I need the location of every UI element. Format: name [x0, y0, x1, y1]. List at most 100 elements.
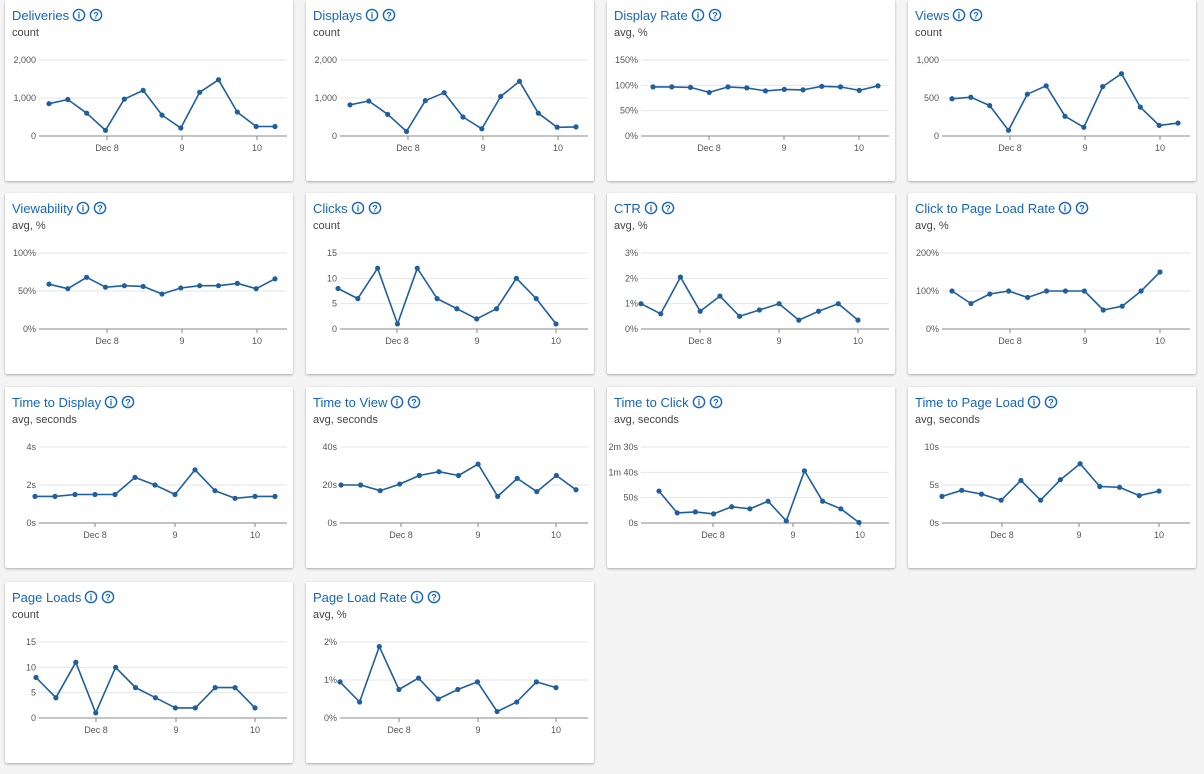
data-point[interactable] — [385, 111, 391, 117]
help-circle-icon[interactable]: ? — [709, 395, 723, 409]
data-point[interactable] — [65, 96, 71, 103]
data-point[interactable] — [253, 123, 259, 130]
data-point[interactable] — [783, 518, 789, 524]
data-point[interactable] — [32, 493, 38, 499]
help-circle-icon[interactable]: ? — [101, 590, 115, 604]
data-point[interactable] — [394, 321, 401, 327]
data-point[interactable] — [744, 85, 750, 91]
card-title[interactable]: Time to View — [313, 395, 387, 410]
card-title[interactable]: Click to Page Load Rate — [915, 201, 1055, 216]
data-point[interactable] — [52, 493, 58, 499]
card-title[interactable]: Viewability — [12, 201, 73, 216]
data-point[interactable] — [272, 123, 278, 130]
data-point[interactable] — [514, 699, 520, 705]
data-point[interactable] — [949, 96, 955, 102]
help-circle-icon[interactable]: ? — [969, 8, 983, 22]
data-point[interactable] — [796, 317, 802, 323]
card-title[interactable]: Display Rate — [614, 8, 688, 23]
data-point[interactable] — [697, 308, 703, 314]
info-circle-icon[interactable]: i — [692, 395, 706, 409]
info-circle-icon[interactable]: i — [76, 201, 90, 215]
data-point[interactable] — [436, 469, 442, 475]
data-point[interactable] — [1157, 269, 1163, 275]
data-point[interactable] — [375, 265, 381, 271]
data-point[interactable] — [102, 127, 109, 133]
data-point[interactable] — [46, 101, 52, 107]
data-point[interactable] — [968, 300, 974, 307]
data-point[interactable] — [1175, 120, 1181, 126]
data-point[interactable] — [197, 89, 203, 95]
data-point[interactable] — [112, 491, 118, 498]
data-point[interactable] — [232, 685, 238, 691]
data-point[interactable] — [152, 482, 158, 488]
data-point[interactable] — [959, 487, 965, 493]
info-circle-icon[interactable]: i — [72, 8, 86, 22]
data-point[interactable] — [178, 285, 184, 291]
data-point[interactable] — [710, 511, 717, 517]
data-point[interactable] — [92, 491, 98, 498]
data-point[interactable] — [347, 102, 353, 108]
data-point[interactable] — [455, 686, 461, 693]
data-point[interactable] — [434, 296, 440, 302]
data-point[interactable] — [212, 685, 218, 691]
data-point[interactable] — [533, 679, 539, 685]
data-point[interactable] — [838, 506, 844, 512]
data-point[interactable] — [1097, 483, 1103, 490]
info-circle-icon[interactable]: i — [1027, 395, 1041, 409]
data-point[interactable] — [535, 110, 541, 116]
data-point[interactable] — [416, 472, 422, 479]
data-point[interactable] — [737, 313, 743, 319]
data-point[interactable] — [553, 321, 559, 327]
data-point[interactable] — [132, 685, 139, 691]
data-point[interactable] — [1043, 83, 1049, 89]
data-point[interactable] — [140, 87, 146, 93]
data-point[interactable] — [1057, 477, 1063, 483]
data-point[interactable] — [717, 293, 723, 299]
data-point[interactable] — [73, 659, 79, 665]
data-point[interactable] — [516, 78, 523, 84]
data-point[interactable] — [855, 317, 861, 323]
data-point[interactable] — [815, 308, 822, 314]
data-point[interactable] — [234, 280, 240, 286]
data-point[interactable] — [638, 301, 644, 307]
data-point[interactable] — [856, 87, 862, 93]
data-point[interactable] — [835, 301, 841, 307]
card-title[interactable]: Time to Display — [12, 395, 101, 410]
data-point[interactable] — [197, 283, 203, 289]
data-point[interactable] — [756, 307, 762, 313]
data-point[interactable] — [687, 84, 694, 90]
data-point[interactable] — [495, 493, 501, 499]
data-point[interactable] — [1005, 127, 1012, 133]
info-circle-icon[interactable]: i — [351, 201, 365, 215]
data-point[interactable] — [1100, 84, 1106, 90]
card-title[interactable]: Views — [915, 8, 949, 23]
data-point[interactable] — [674, 510, 680, 516]
data-point[interactable] — [856, 519, 862, 526]
card-title[interactable]: Deliveries — [12, 8, 69, 23]
data-point[interactable] — [1006, 288, 1012, 294]
data-point[interactable] — [455, 472, 462, 479]
card-title[interactable]: CTR — [614, 201, 641, 216]
data-point[interactable] — [72, 491, 78, 498]
data-point[interactable] — [192, 467, 198, 473]
data-point[interactable] — [514, 475, 520, 481]
data-point[interactable] — [84, 110, 90, 116]
data-point[interactable] — [441, 90, 447, 96]
data-point[interactable] — [554, 124, 560, 130]
data-point[interactable] — [474, 316, 480, 322]
data-point[interactable] — [656, 488, 662, 494]
card-title[interactable]: Time to Page Load — [915, 395, 1024, 410]
data-point[interactable] — [215, 77, 222, 83]
data-point[interactable] — [252, 493, 258, 499]
data-point[interactable] — [1024, 91, 1030, 97]
data-point[interactable] — [366, 98, 372, 104]
info-circle-icon[interactable]: i — [84, 590, 98, 604]
data-point[interactable] — [1062, 288, 1069, 294]
data-point[interactable] — [658, 311, 664, 317]
help-circle-icon[interactable]: ? — [368, 201, 382, 215]
data-point[interactable] — [159, 112, 165, 118]
data-point[interactable] — [1038, 497, 1044, 503]
data-point[interactable] — [377, 488, 383, 494]
data-point[interactable] — [1138, 288, 1144, 294]
data-point[interactable] — [800, 87, 806, 93]
